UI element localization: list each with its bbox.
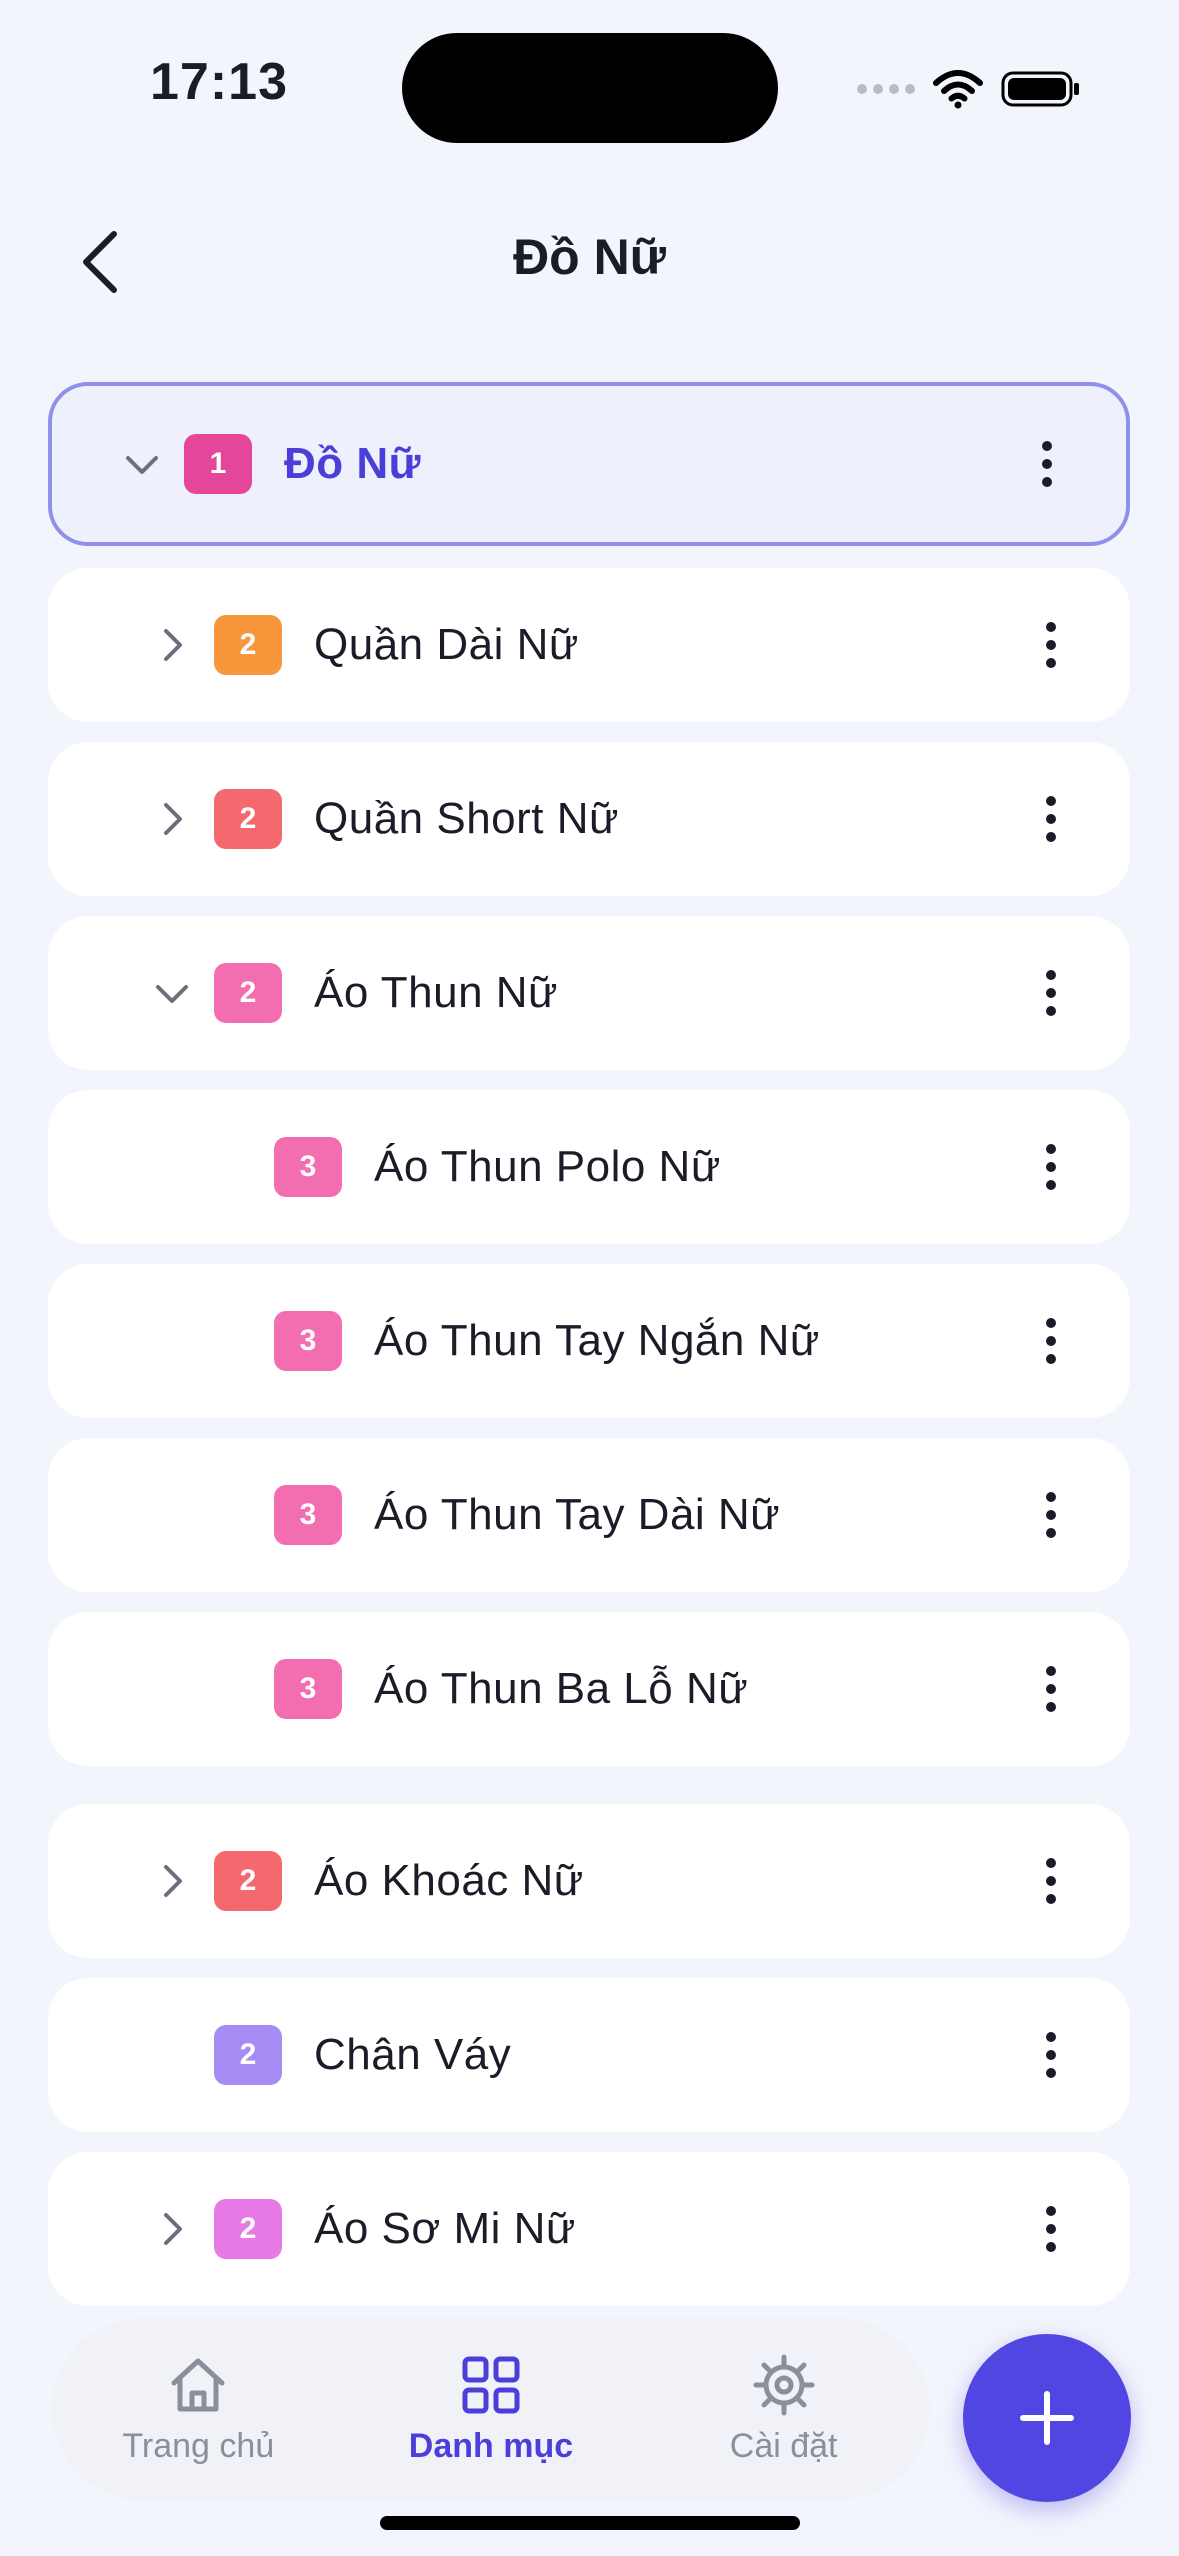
tab-categories[interactable]: Danh mục <box>361 2353 621 2466</box>
more-options-button[interactable] <box>1026 600 1076 690</box>
more-options-button[interactable] <box>1026 1296 1076 1386</box>
category-row[interactable]: 3 Áo Thun Tay Dài Nữ <box>48 1438 1130 1592</box>
category-row[interactable]: 2 Áo Khoác Nữ <box>48 1804 1130 1958</box>
tab-home[interactable]: Trang chủ <box>68 2353 328 2466</box>
level-badge: 3 <box>274 1137 342 1197</box>
tab-categories-label: Danh mục <box>408 2426 574 2465</box>
more-options-button[interactable] <box>1026 1836 1076 1926</box>
status-icons <box>857 62 1081 116</box>
category-row[interactable]: 2 Áo Sơ Mi Nữ <box>48 2152 1130 2306</box>
category-row[interactable]: 2 Quần Dài Nữ <box>48 568 1130 722</box>
status-time: 17:13 <box>150 53 288 111</box>
level-badge: 2 <box>214 963 282 1023</box>
category-row[interactable]: 2 Áo Thun Nữ <box>48 916 1130 1070</box>
more-options-button[interactable] <box>1026 774 1076 864</box>
tab-settings-label: Cài đặt <box>729 2426 838 2465</box>
level-badge: 2 <box>214 789 282 849</box>
level-badge: 3 <box>274 1311 342 1371</box>
category-label: Áo Thun Ba Lỗ Nữ <box>374 1664 749 1713</box>
battery-icon <box>1001 71 1079 107</box>
tab-settings[interactable]: Cài đặt <box>654 2353 914 2466</box>
category-row[interactable]: 3 Áo Thun Ba Lỗ Nữ <box>48 1612 1130 1766</box>
more-vertical-icon <box>1046 1318 1056 1364</box>
more-options-button[interactable] <box>1026 2184 1076 2274</box>
category-label: Áo Khoác Nữ <box>314 1856 584 1905</box>
more-vertical-icon <box>1046 970 1056 1016</box>
more-vertical-icon <box>1046 1666 1056 1712</box>
cellular-signal-icon <box>857 84 915 94</box>
more-vertical-icon <box>1046 1492 1056 1538</box>
level-badge: 3 <box>274 1485 342 1545</box>
category-row[interactable]: 2 Quần Short Nữ <box>48 742 1130 896</box>
category-label: Quần Dài Nữ <box>314 620 579 669</box>
dynamic-island <box>402 33 778 143</box>
grid-icon <box>462 2356 520 2413</box>
more-vertical-icon <box>1042 441 1052 487</box>
more-vertical-icon <box>1046 2206 1056 2252</box>
level-badge: 2 <box>214 615 282 675</box>
more-vertical-icon <box>1046 1858 1056 1904</box>
level-badge: 2 <box>214 2199 282 2259</box>
bottom-tab-bar: Trang chủ Danh mục Cài đặt <box>52 2318 930 2500</box>
category-label: Áo Sơ Mi Nữ <box>314 2204 576 2253</box>
category-label: Áo Thun Nữ <box>314 968 558 1017</box>
level-badge: 2 <box>214 1851 282 1911</box>
tab-home-label: Trang chủ <box>122 2426 275 2465</box>
more-options-button[interactable] <box>1022 419 1072 509</box>
chevron-right-icon[interactable] <box>152 625 192 665</box>
chevron-right-icon[interactable] <box>152 1861 192 1901</box>
gear-icon <box>753 2354 815 2415</box>
category-label: Chân Váy <box>314 2030 512 2079</box>
more-vertical-icon <box>1046 1144 1056 1190</box>
chevron-down-icon[interactable] <box>152 973 192 1013</box>
wifi-icon <box>933 70 983 109</box>
chevron-right-icon[interactable] <box>152 2209 192 2249</box>
home-icon <box>171 2358 225 2411</box>
category-label: Áo Thun Tay Ngắn Nữ <box>374 1316 820 1365</box>
category-label: Áo Thun Polo Nữ <box>374 1142 721 1191</box>
chevron-right-icon[interactable] <box>152 799 192 839</box>
more-vertical-icon <box>1046 796 1056 842</box>
more-options-button[interactable] <box>1026 1470 1076 1560</box>
more-options-button[interactable] <box>1026 1122 1076 1212</box>
category-row[interactable]: 3 Áo Thun Tay Ngắn Nữ <box>48 1264 1130 1418</box>
category-label: Đồ Nữ <box>284 439 422 488</box>
plus-icon <box>1020 2391 1074 2445</box>
level-badge: 1 <box>184 434 252 494</box>
category-row[interactable]: 3 Áo Thun Polo Nữ <box>48 1090 1130 1244</box>
more-options-button[interactable] <box>1026 1644 1076 1734</box>
category-label: Áo Thun Tay Dài Nữ <box>374 1490 781 1539</box>
category-label: Quần Short Nữ <box>314 794 619 843</box>
more-vertical-icon <box>1046 622 1056 668</box>
category-row[interactable]: 2 Chân Váy <box>48 1978 1130 2132</box>
chevron-down-icon[interactable] <box>122 444 162 484</box>
level-badge: 2 <box>214 2025 282 2085</box>
more-vertical-icon <box>1046 2032 1056 2078</box>
more-options-button[interactable] <box>1026 948 1076 1038</box>
home-indicator <box>380 2516 800 2530</box>
page-title: Đồ Nữ <box>513 229 666 285</box>
more-options-button[interactable] <box>1026 2010 1076 2100</box>
add-category-button[interactable] <box>963 2334 1131 2502</box>
category-row[interactable]: 1 Đồ Nữ <box>48 382 1130 546</box>
level-badge: 3 <box>274 1659 342 1719</box>
